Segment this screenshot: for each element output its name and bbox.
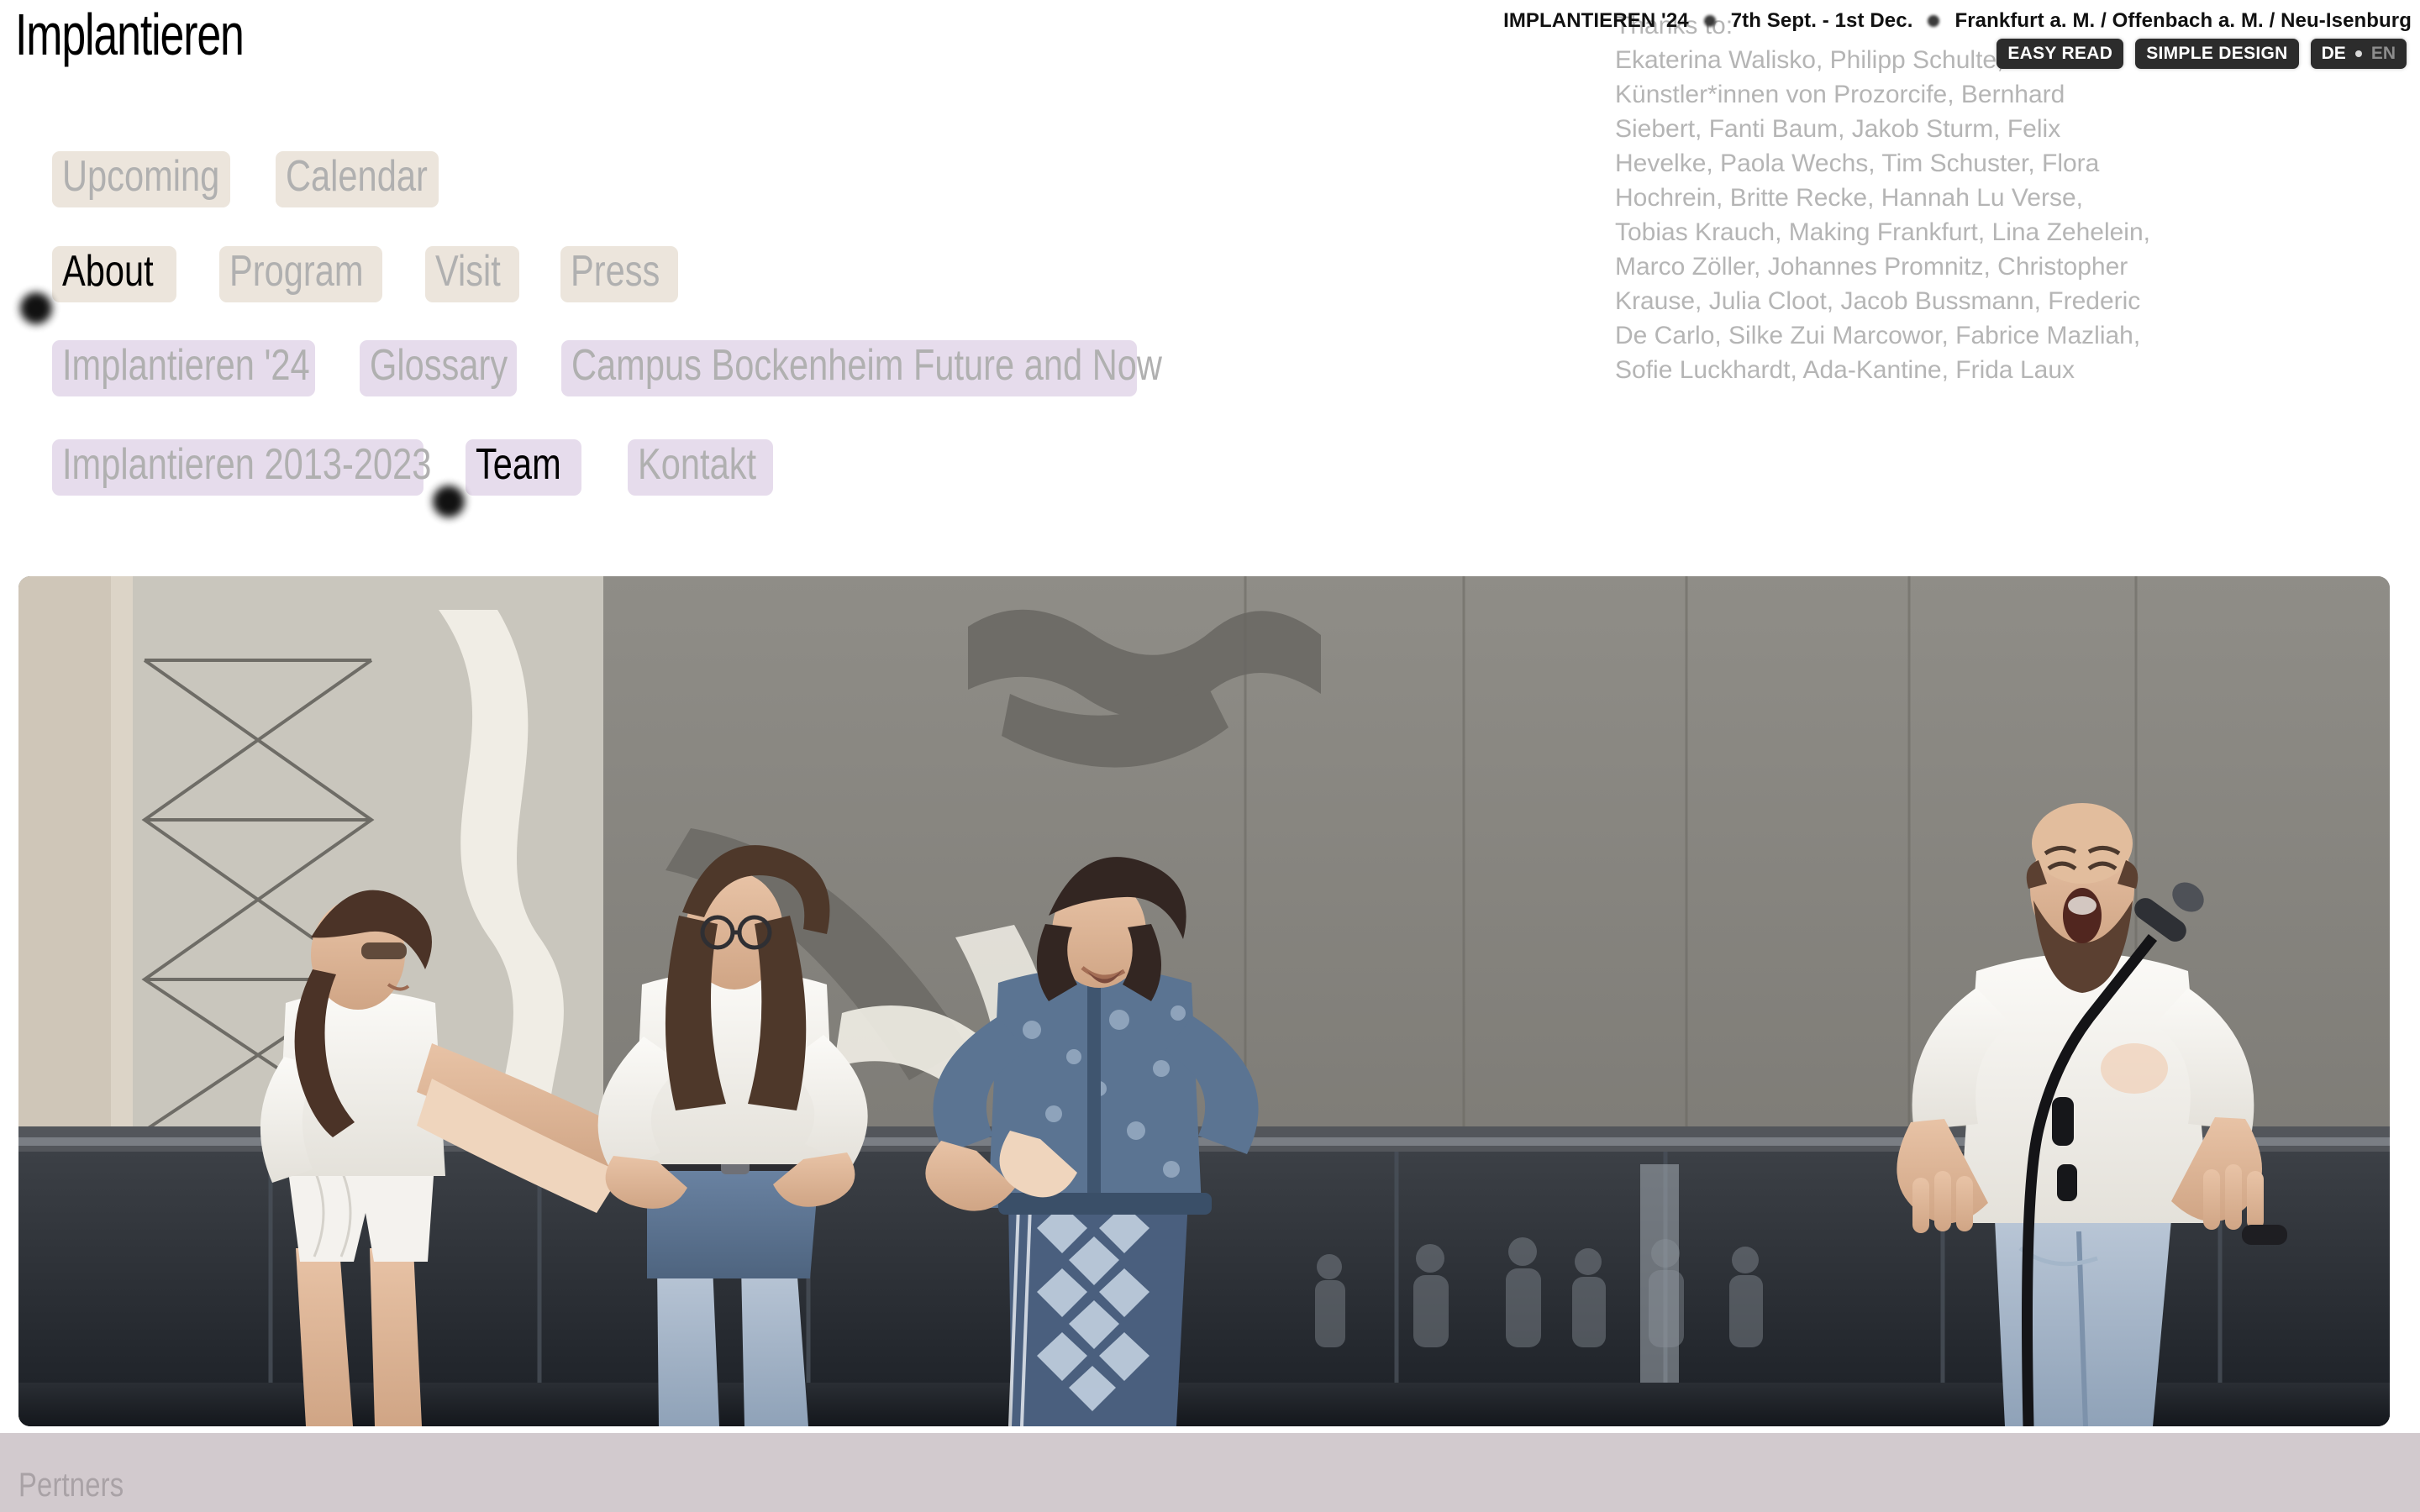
separator-dot-icon <box>1703 15 1716 27</box>
nav-item-label: Team <box>476 440 561 489</box>
active-indicator-dot-icon-team <box>433 486 465 517</box>
language-en-option[interactable]: EN <box>2371 45 2396 62</box>
nav-item-about[interactable]: About <box>52 246 176 302</box>
nav-item-label: Glossary <box>370 341 508 390</box>
language-de-option[interactable]: DE <box>2322 45 2346 62</box>
nav-item-label: Visit <box>435 247 501 296</box>
nav-item-label: Press <box>571 247 660 296</box>
nav-item-program[interactable]: Program <box>219 246 382 302</box>
thanks-to-names: Ekaterina Walisko, Philipp Schulte, Die … <box>1615 46 2150 384</box>
nav-item-implantieren-24[interactable]: Implantieren '24 <box>52 340 315 396</box>
nav-item-calendar[interactable]: Calendar <box>276 151 439 207</box>
nav-item-label: Upcoming <box>62 152 220 201</box>
nav-item-visit[interactable]: Visit <box>425 246 519 302</box>
nav-item-label: Implantieren 2013-2023 <box>62 440 432 489</box>
locations-label: Frankfurt a. M. / Offenbach a. M. / Neu-… <box>1954 9 2412 32</box>
page-root: Implantieren IMPLANTIEREN '24 7th Sept. … <box>0 0 2420 1512</box>
separator-dot-icon <box>1928 15 1940 27</box>
simple-design-button[interactable]: SIMPLE DESIGN <box>2135 39 2299 69</box>
nav-item-label: Kontakt <box>638 440 757 489</box>
dates-label: 7th Sept. - 1st Dec. <box>1730 9 1913 32</box>
nav-item-press[interactable]: Press <box>560 246 678 302</box>
nav-item-label: Calendar <box>286 152 428 201</box>
nav-item-label: Program <box>229 247 364 296</box>
language-toggle[interactable]: DE EN <box>2310 39 2407 69</box>
active-indicator-dot-icon-about <box>20 292 52 324</box>
nav-item-label: Implantieren '24 <box>62 341 310 390</box>
utility-bar: EASY READ SIMPLE DESIGN DE EN <box>1996 39 2407 69</box>
nav-item-campus-bockenheim-future-and-now[interactable]: Campus Bockenheim Future and Now <box>561 340 1162 396</box>
nav-item-label: About <box>62 247 154 296</box>
language-separator-dot-icon <box>2354 50 2362 57</box>
nav-item-glossary[interactable]: Glossary <box>360 340 517 396</box>
easy-read-button[interactable]: EASY READ <box>1996 39 2124 69</box>
edition-label: IMPLANTIEREN '24 <box>1503 9 1689 32</box>
footer-partners-band: Pertners <box>0 1433 2420 1512</box>
partners-heading: Pertners <box>18 1467 124 1504</box>
nav-item-implantieren-2013-2023[interactable]: Implantieren 2013-2023 <box>52 439 431 496</box>
nav-item-upcoming[interactable]: Upcoming <box>52 151 230 207</box>
site-logo[interactable]: Implantieren <box>15 4 245 65</box>
nav-item-kontakt[interactable]: Kontakt <box>628 439 773 496</box>
top-info-bar: IMPLANTIEREN '24 7th Sept. - 1st Dec. Fr… <box>1487 7 2412 35</box>
hero-image <box>18 576 2390 1426</box>
nav-item-team[interactable]: Team <box>466 439 581 496</box>
nav-item-label: Campus Bockenheim Future and Now <box>571 341 1162 390</box>
